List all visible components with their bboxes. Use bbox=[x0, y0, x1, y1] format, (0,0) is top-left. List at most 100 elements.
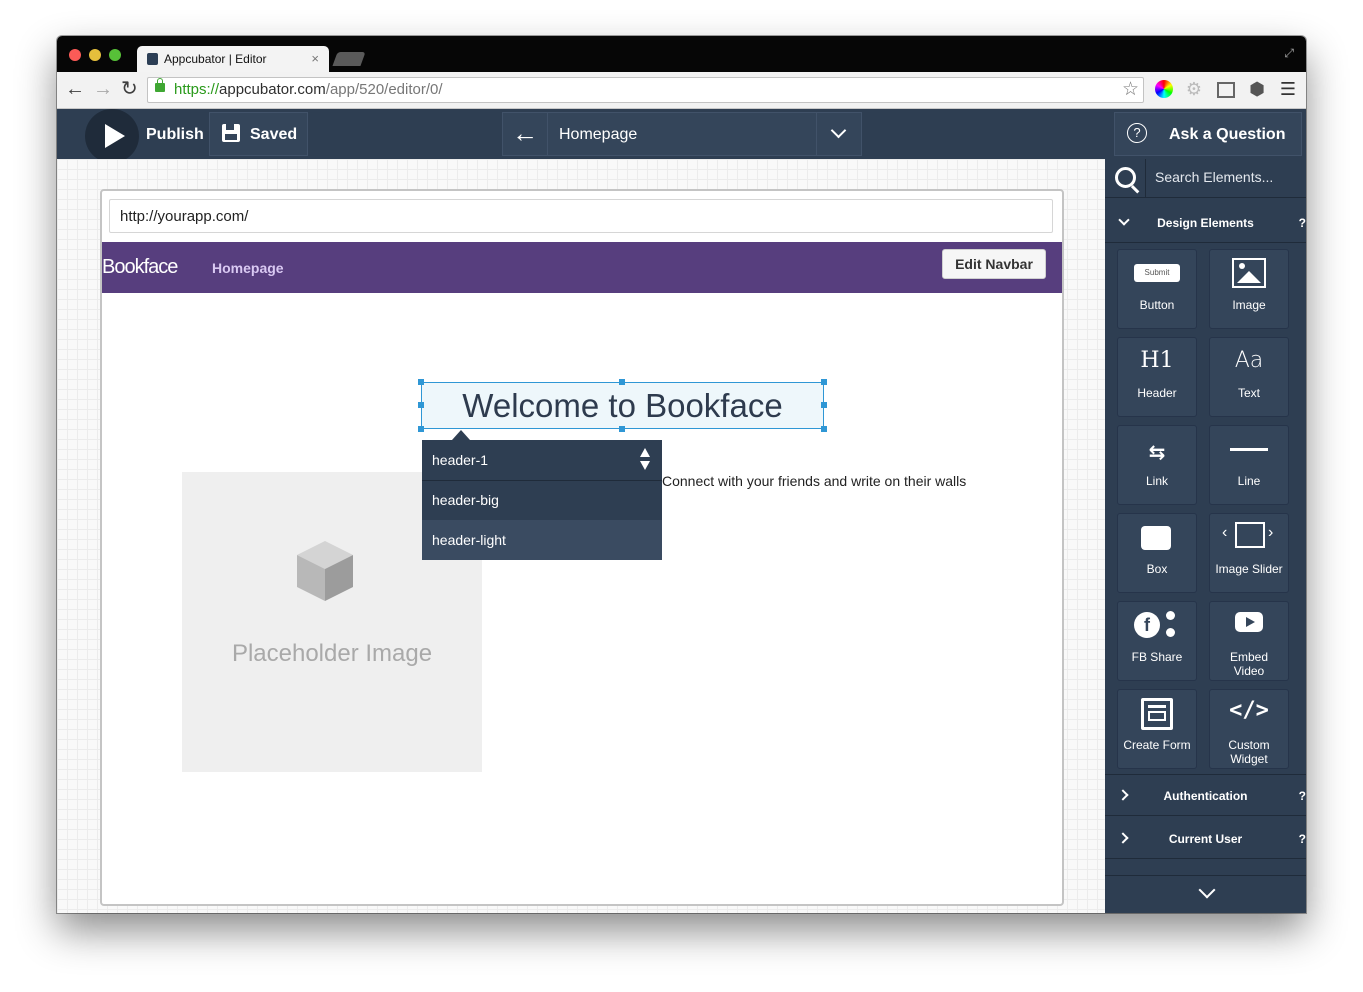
resize-handle[interactable] bbox=[821, 379, 827, 385]
selected-header-element[interactable]: Welcome to Bookface bbox=[418, 379, 827, 432]
preview-url-bar: http://yourapp.com/ bbox=[109, 199, 1053, 233]
box-icon bbox=[1141, 526, 1171, 550]
class-option-header-light[interactable]: header-light bbox=[422, 520, 662, 560]
navbar-brand: Bookface bbox=[102, 256, 178, 278]
zoom-window-button[interactable] bbox=[109, 49, 121, 61]
help-icon[interactable]: ? bbox=[1299, 789, 1306, 803]
form-icon bbox=[1141, 698, 1173, 730]
help-icon[interactable]: ? bbox=[1299, 216, 1306, 230]
page-selector[interactable]: ← Homepage bbox=[502, 112, 862, 156]
reload-icon[interactable]: ↻ bbox=[121, 78, 138, 100]
tab-close-icon[interactable]: × bbox=[311, 51, 319, 66]
forward-arrow-icon[interactable]: → bbox=[93, 78, 113, 100]
class-option: header-big bbox=[432, 492, 499, 508]
element-tile-link[interactable]: ⇆ Link bbox=[1117, 425, 1197, 505]
element-tile-image-slider[interactable]: ‹ › Image Slider bbox=[1209, 513, 1289, 593]
publish-button[interactable]: Publish bbox=[146, 126, 204, 144]
element-tile-fb-share[interactable]: f FB Share bbox=[1117, 601, 1197, 681]
browser-window: Appcubator | Editor × ⤢ ← → ↻ https://ap… bbox=[57, 36, 1306, 913]
resize-handle[interactable] bbox=[418, 379, 424, 385]
preview-url: http://yourapp.com/ bbox=[120, 208, 249, 225]
fullscreen-icon[interactable]: ⤢ bbox=[1284, 46, 1294, 61]
text-icon: Aa bbox=[1234, 348, 1264, 373]
close-window-button[interactable] bbox=[69, 49, 81, 61]
code-icon: </> bbox=[1229, 698, 1269, 723]
class-selector-popover: header-1 header-big header-light bbox=[422, 430, 662, 560]
chevron-down-icon[interactable] bbox=[816, 113, 861, 155]
browser-menu-icon[interactable]: ☰ bbox=[1279, 80, 1297, 98]
sidebar-scroll-down[interactable] bbox=[1105, 875, 1306, 913]
section-authentication[interactable]: Authentication ? bbox=[1105, 774, 1306, 816]
line-icon bbox=[1230, 448, 1268, 451]
screenshot-icon[interactable] bbox=[1217, 82, 1235, 98]
page-heading: Welcome to Bookface bbox=[462, 387, 783, 424]
editor-header: Publish Saved ← Homepage ? Ask a Questio… bbox=[57, 109, 1306, 163]
element-tile-custom-widget[interactable]: </> Custom Widget bbox=[1209, 689, 1289, 769]
section-current-user[interactable]: Current User ? bbox=[1105, 818, 1306, 859]
resize-handle[interactable] bbox=[821, 402, 827, 408]
link-icon: ⇆ bbox=[1148, 442, 1166, 464]
new-tab-button[interactable] bbox=[332, 52, 366, 66]
editor-canvas: http://yourapp.com/ Bookface Homepage Ed… bbox=[57, 159, 1105, 913]
element-tile-box[interactable]: Box bbox=[1117, 513, 1197, 593]
element-tile-button[interactable]: Submit Button bbox=[1117, 249, 1197, 329]
class-option-header-big[interactable]: header-big bbox=[422, 480, 662, 521]
browser-toolbar: ← → ↻ https://appcubator.com/app/520/edi… bbox=[57, 72, 1306, 109]
question-circle-icon: ? bbox=[1127, 123, 1147, 143]
browser-tab[interactable]: Appcubator | Editor × bbox=[137, 46, 329, 72]
class-select[interactable]: header-1 bbox=[422, 440, 662, 481]
header-icon: H1 bbox=[1140, 348, 1174, 373]
back-arrow-icon[interactable]: ← bbox=[65, 78, 85, 100]
class-option: header-1 bbox=[432, 452, 489, 468]
submit-button-icon: Submit bbox=[1134, 264, 1180, 282]
placeholder-label: Placeholder Image bbox=[231, 640, 433, 667]
search-icon bbox=[1115, 167, 1136, 188]
tab-title: Appcubator | Editor bbox=[164, 52, 267, 66]
chevron-down-icon bbox=[1198, 881, 1216, 899]
search-elements-input[interactable] bbox=[1155, 169, 1295, 185]
preview-navbar[interactable]: Bookface Homepage Edit Navbar bbox=[102, 242, 1062, 293]
resize-handle[interactable] bbox=[619, 379, 625, 385]
navbar-link-homepage[interactable]: Homepage bbox=[212, 260, 284, 276]
element-tile-header[interactable]: H1 Header bbox=[1117, 337, 1197, 417]
color-wheel-icon[interactable] bbox=[1155, 80, 1173, 98]
resize-handle[interactable] bbox=[821, 426, 827, 432]
popover-arrow bbox=[452, 430, 470, 440]
gear-icon[interactable]: ⚙ bbox=[1185, 80, 1203, 98]
image-icon bbox=[1232, 258, 1266, 288]
image-slider-icon: ‹ › bbox=[1210, 522, 1288, 554]
tagline-text[interactable]: Connect with your friends and write on t… bbox=[662, 473, 966, 489]
up-down-arrows-icon bbox=[640, 448, 650, 470]
resize-handle[interactable] bbox=[619, 426, 625, 432]
lock-icon bbox=[155, 78, 165, 92]
section-design-elements[interactable]: Design Elements ? bbox=[1105, 202, 1306, 243]
address-url[interactable]: https://appcubator.com/app/520/editor/0/ bbox=[174, 81, 443, 98]
element-tile-embed-video[interactable]: Embed Video bbox=[1209, 601, 1289, 681]
minimize-window-button[interactable] bbox=[89, 49, 101, 61]
saved-label: Saved bbox=[250, 126, 298, 143]
favicon-icon bbox=[147, 53, 158, 65]
bookmark-star-icon[interactable]: ☆ bbox=[1122, 78, 1139, 101]
element-tile-image[interactable]: Image bbox=[1209, 249, 1289, 329]
help-icon[interactable]: ? bbox=[1299, 832, 1306, 846]
element-tile-text[interactable]: Aa Text bbox=[1209, 337, 1289, 417]
video-icon bbox=[1235, 612, 1263, 632]
elements-sidebar: Design Elements ? Submit Button Image H1… bbox=[1105, 159, 1306, 913]
ask-question-button[interactable]: ? Ask a Question bbox=[1114, 112, 1302, 156]
element-tile-create-form[interactable]: Create Form bbox=[1117, 689, 1197, 769]
back-arrow-icon[interactable]: ← bbox=[503, 113, 548, 155]
class-option: header-light bbox=[432, 532, 506, 548]
resize-handle[interactable] bbox=[418, 426, 424, 432]
element-tile-line[interactable]: Line bbox=[1209, 425, 1289, 505]
hexagon-icon[interactable]: ⬢ bbox=[1248, 80, 1266, 98]
save-button[interactable]: Saved bbox=[209, 112, 308, 156]
address-bar[interactable]: https://appcubator.com/app/520/editor/0/… bbox=[147, 77, 1144, 103]
element-search bbox=[1105, 159, 1306, 198]
tab-bar: Appcubator | Editor × ⤢ bbox=[57, 36, 1306, 72]
edit-navbar-button[interactable]: Edit Navbar bbox=[942, 249, 1046, 279]
app-preview-frame: http://yourapp.com/ Bookface Homepage Ed… bbox=[100, 189, 1064, 906]
floppy-disk-icon bbox=[222, 124, 240, 142]
play-icon[interactable] bbox=[85, 109, 139, 163]
cube-icon bbox=[297, 541, 353, 601]
resize-handle[interactable] bbox=[418, 402, 424, 408]
